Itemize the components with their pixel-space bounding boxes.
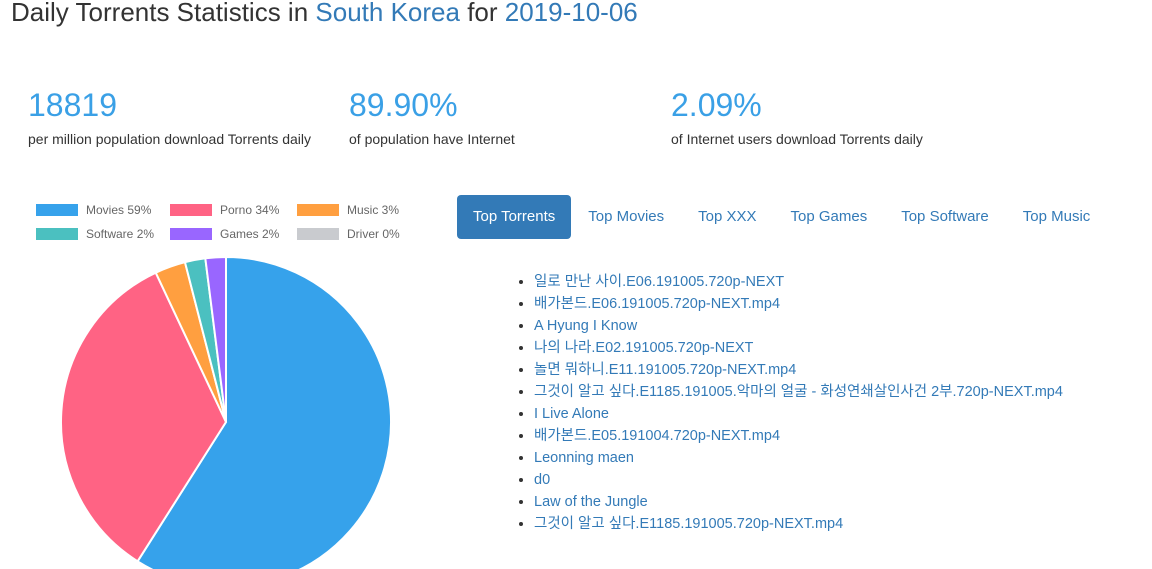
tab-top-movies[interactable]: Top Movies — [571, 195, 681, 239]
stat-value: 18819 — [28, 87, 117, 123]
torrent-tabs: Top Torrents Top Movies Top XXX Top Game… — [457, 195, 1107, 239]
list-item: 나의 나라.E02.191005.720p-NEXT — [534, 337, 1063, 359]
torrent-link[interactable]: I Live Alone — [534, 406, 609, 422]
stat-downloads-per-million: 18819 per million population download To… — [28, 86, 318, 150]
legend-label: Software 2% — [86, 227, 155, 241]
torrent-link[interactable]: Law of the Jungle — [534, 494, 648, 510]
country-link[interactable]: South Korea — [315, 0, 460, 27]
torrent-link[interactable]: d0 — [534, 472, 550, 488]
pie-chart — [60, 255, 392, 569]
torrent-link[interactable]: A Hyung I Know — [534, 318, 637, 334]
stat-value: 2.09% — [671, 87, 762, 123]
pie-chart-svg — [60, 255, 392, 569]
torrent-link[interactable]: Leonning maen — [534, 450, 634, 466]
tab-top-games[interactable]: Top Games — [774, 195, 885, 239]
title-prefix: Daily Torrents Statistics in — [11, 0, 316, 27]
stat-torrent-users: 2.09% of Internet users download Torrent… — [671, 86, 961, 150]
stat-label: per million population download Torrents… — [28, 131, 312, 147]
list-item: 놀면 뭐하니.E11.191005.720p-NEXT.mp4 — [534, 359, 1063, 381]
torrent-link[interactable]: 그것이 알고 싶다.E1185.191005.720p-NEXT.mp4 — [534, 516, 843, 532]
tab-top-music[interactable]: Top Music — [1006, 195, 1108, 239]
date-link[interactable]: 2019-10-06 — [505, 0, 638, 27]
list-item: 일로 만난 사이.E06.191005.720p-NEXT — [534, 271, 1063, 293]
torrent-link[interactable]: 나의 나라.E02.191005.720p-NEXT — [534, 340, 753, 356]
list-item: 배가본드.E05.191004.720p-NEXT.mp4 — [534, 425, 1063, 447]
legend-item-porno[interactable]: Porno 34% — [170, 203, 279, 217]
list-item: I Live Alone — [534, 403, 1063, 425]
legend-label: Driver 0% — [347, 227, 400, 241]
stat-label: of population have Internet — [349, 131, 515, 147]
legend-swatch — [170, 228, 212, 240]
legend-swatch — [297, 204, 339, 216]
tab-top-torrents[interactable]: Top Torrents — [457, 195, 572, 239]
legend-label: Porno 34% — [220, 203, 280, 217]
torrent-link[interactable]: 놀면 뭐하니.E11.191005.720p-NEXT.mp4 — [534, 362, 796, 378]
tab-top-software[interactable]: Top Software — [884, 195, 1006, 239]
title-mid: for — [459, 0, 505, 27]
torrent-link[interactable]: 배가본드.E06.191005.720p-NEXT.mp4 — [534, 296, 780, 312]
legend-item-movies[interactable]: Movies 59% — [36, 203, 151, 217]
legend-swatch — [36, 228, 78, 240]
list-item: d0 — [534, 469, 1063, 491]
page-title: Daily Torrents Statistics in South Korea… — [11, 0, 638, 27]
legend-label: Music 3% — [347, 203, 400, 217]
legend-label: Games 2% — [220, 227, 280, 241]
legend-swatch — [170, 204, 212, 216]
list-item: Law of the Jungle — [534, 491, 1063, 513]
torrent-link[interactable]: 일로 만난 사이.E06.191005.720p-NEXT — [534, 274, 784, 290]
list-item: 그것이 알고 싶다.E1185.191005.720p-NEXT.mp4 — [534, 513, 1063, 535]
legend-item-driver[interactable]: Driver 0% — [297, 227, 400, 241]
torrent-link[interactable]: 배가본드.E05.191004.720p-NEXT.mp4 — [534, 428, 780, 444]
list-item: 그것이 알고 싶다.E1185.191005.악마의 얼굴 - 화성연쇄살인사건… — [534, 381, 1063, 403]
legend-label: Movies 59% — [86, 203, 152, 217]
list-item: 배가본드.E06.191005.720p-NEXT.mp4 — [534, 293, 1063, 315]
legend-swatch — [36, 204, 78, 216]
stat-internet-population: 89.90% of population have Internet — [349, 86, 639, 150]
torrent-link[interactable]: 그것이 알고 싶다.E1185.191005.악마의 얼굴 - 화성연쇄살인사건… — [534, 384, 1063, 400]
stat-label: of Internet users download Torrents dail… — [671, 131, 923, 147]
top-torrents-list: 일로 만난 사이.E06.191005.720p-NEXT 배가본드.E06.1… — [514, 271, 1063, 535]
legend-item-software[interactable]: Software 2% — [36, 227, 154, 241]
list-item: A Hyung I Know — [534, 315, 1063, 337]
stat-value: 89.90% — [349, 87, 458, 123]
legend-item-music[interactable]: Music 3% — [297, 203, 399, 217]
page: Daily Torrents Statistics in South Korea… — [0, 0, 1152, 569]
legend-swatch — [297, 228, 339, 240]
tab-top-xxx[interactable]: Top XXX — [681, 195, 773, 239]
list-item: Leonning maen — [534, 447, 1063, 469]
legend-item-games[interactable]: Games 2% — [170, 227, 279, 241]
